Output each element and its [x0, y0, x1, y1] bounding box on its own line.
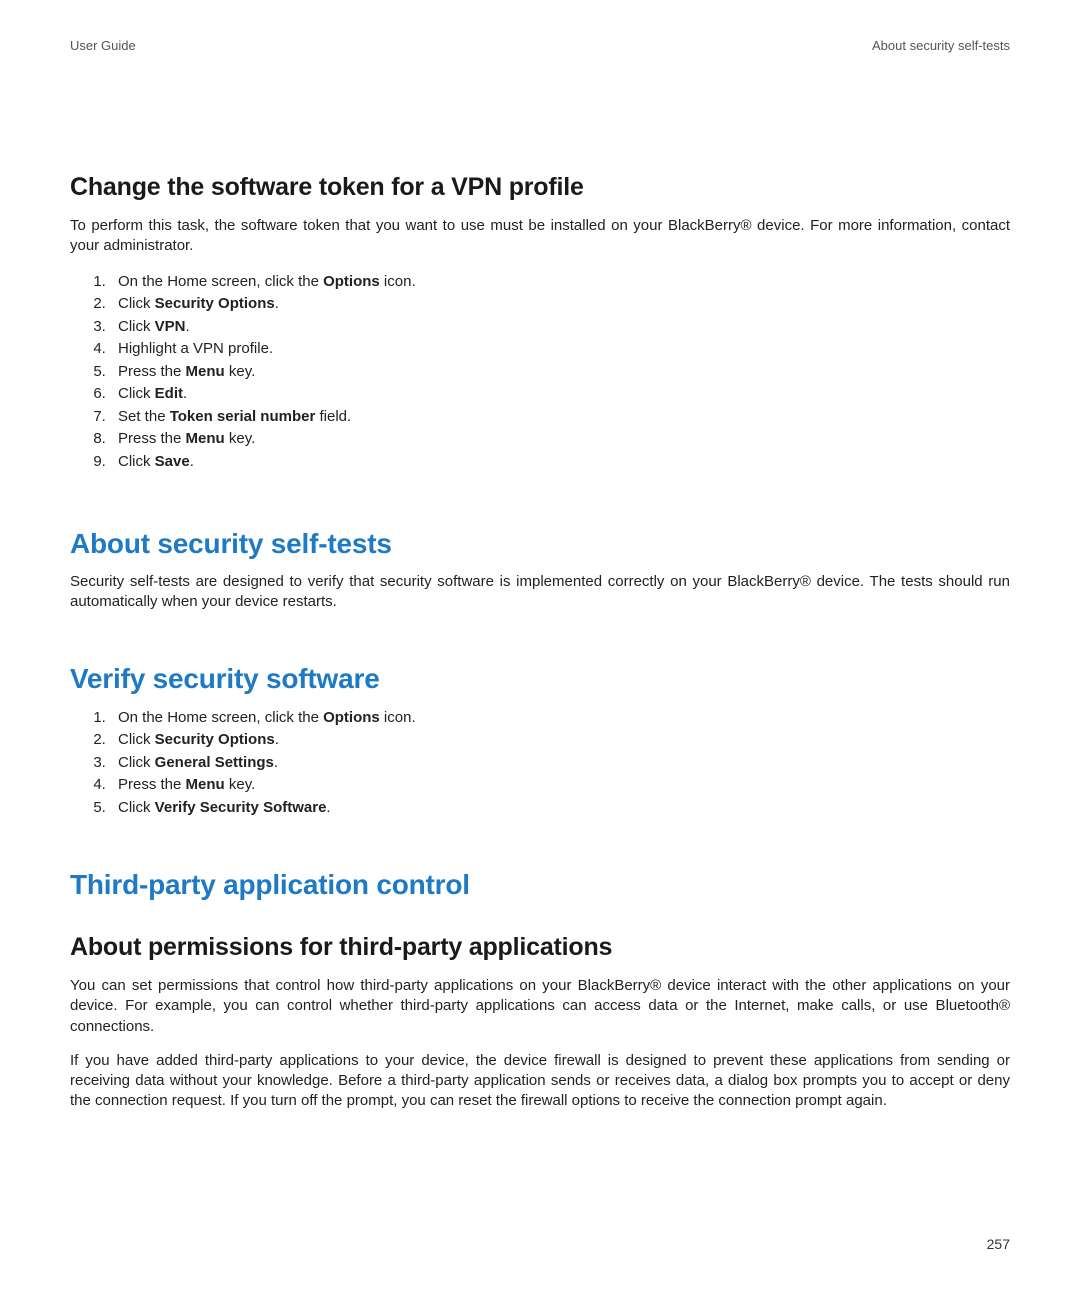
step-bold: General Settings [155, 754, 274, 771]
list-item: Set the Token serial number field. [110, 406, 1010, 429]
step-pre: Click [118, 731, 155, 748]
list-item: Click Verify Security Software. [110, 797, 1010, 820]
step-pre: Press the [118, 430, 186, 447]
step-bold: Verify Security Software [155, 799, 327, 816]
step-post: icon. [380, 273, 416, 290]
step-bold: Menu [186, 430, 225, 447]
list-item: Highlight a VPN profile. [110, 338, 1010, 361]
step-post: . [186, 318, 190, 335]
step-pre: Click [118, 385, 155, 402]
heading-about-self-tests: About security self-tests [70, 528, 1010, 560]
step-bold: Token serial number [170, 408, 316, 425]
list-item: Press the Menu key. [110, 774, 1010, 797]
steps-verify-software: On the Home screen, click the Options ic… [70, 707, 1010, 820]
step-bold: Edit [155, 385, 183, 402]
list-item: On the Home screen, click the Options ic… [110, 271, 1010, 294]
step-post: . [326, 799, 330, 816]
step-bold: Security Options [155, 731, 275, 748]
list-item: Click Edit. [110, 383, 1010, 406]
step-post: key. [225, 363, 256, 380]
paragraph-permissions-2: If you have added third-party applicatio… [70, 1051, 1010, 1112]
step-bold: Options [323, 273, 380, 290]
step-post: key. [225, 776, 256, 793]
step-pre: On the Home screen, click the [118, 709, 323, 726]
subheading-permissions: About permissions for third-party applic… [70, 933, 1010, 962]
header-right: About security self-tests [872, 38, 1010, 53]
step-pre: Press the [118, 776, 186, 793]
steps-change-token: On the Home screen, click the Options ic… [70, 271, 1010, 474]
step-post: . [275, 295, 279, 312]
intro-change-token: To perform this task, the software token… [70, 216, 1010, 257]
step-post: . [274, 754, 278, 771]
list-item: Click Security Options. [110, 729, 1010, 752]
list-item: Press the Menu key. [110, 428, 1010, 451]
page-header: User Guide About security self-tests [70, 38, 1010, 53]
step-bold: Options [323, 709, 380, 726]
body-about-self-tests: Security self-tests are designed to veri… [70, 572, 1010, 613]
header-left: User Guide [70, 38, 136, 53]
step-pre: Set the [118, 408, 170, 425]
step-pre: Click [118, 318, 155, 335]
step-pre: On the Home screen, click the [118, 273, 323, 290]
page-container: User Guide About security self-tests Cha… [0, 0, 1080, 1296]
heading-change-token: Change the software token for a VPN prof… [70, 173, 1010, 202]
step-pre: Click [118, 754, 155, 771]
list-item: On the Home screen, click the Options ic… [110, 707, 1010, 730]
step-pre: Press the [118, 363, 186, 380]
step-pre: Click [118, 453, 155, 470]
list-item: Click VPN. [110, 316, 1010, 339]
step-post: . [190, 453, 194, 470]
step-pre: Click [118, 295, 155, 312]
list-item: Press the Menu key. [110, 361, 1010, 384]
list-item: Click General Settings. [110, 752, 1010, 775]
step-post: icon. [380, 709, 416, 726]
step-post: . [183, 385, 187, 402]
step-bold: Save [155, 453, 190, 470]
list-item: Click Save. [110, 451, 1010, 474]
step-bold: VPN [155, 318, 186, 335]
heading-verify-software: Verify security software [70, 663, 1010, 695]
paragraph-permissions-1: You can set permissions that control how… [70, 976, 1010, 1037]
step-bold: Menu [186, 363, 225, 380]
step-bold: Menu [186, 776, 225, 793]
heading-third-party-control: Third-party application control [70, 869, 1010, 901]
step-post: key. [225, 430, 256, 447]
list-item: Click Security Options. [110, 293, 1010, 316]
step-pre: Highlight a VPN profile. [118, 340, 273, 357]
step-bold: Security Options [155, 295, 275, 312]
step-post: field. [315, 408, 351, 425]
page-number: 257 [987, 1236, 1010, 1252]
step-pre: Click [118, 799, 155, 816]
step-post: . [275, 731, 279, 748]
